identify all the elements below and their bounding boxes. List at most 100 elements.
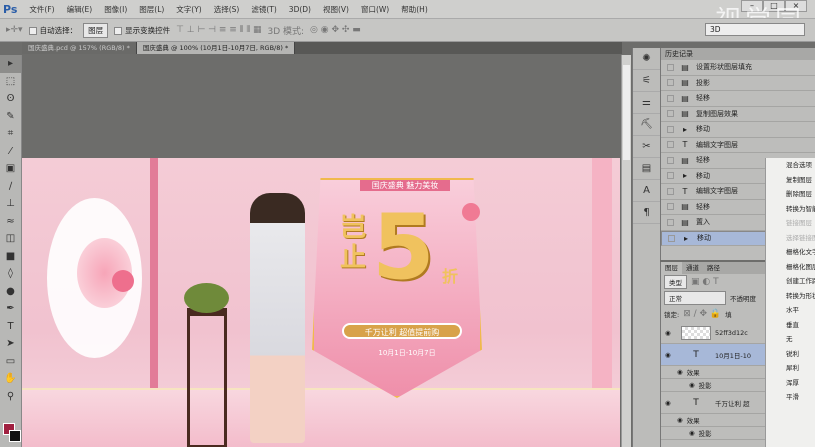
layer-row[interactable]: ◉ 效果 (661, 414, 765, 427)
snapshot-checkbox[interactable] (667, 172, 674, 180)
snapshot-checkbox[interactable] (667, 141, 674, 149)
tab-channels[interactable]: 通道 (682, 262, 703, 274)
context-menu-item[interactable]: 栅格化文字 (766, 245, 815, 260)
context-menu-item[interactable]: 平滑 (766, 390, 815, 405)
menu-edit[interactable]: 编辑(E) (61, 4, 99, 15)
tab-document-2[interactable]: 国庆盛典 @ 100% (10月1日-10月7日, RGB/8) * (136, 42, 296, 54)
history-panel-title[interactable]: 历史记录 (661, 48, 815, 60)
gradient-tool-icon[interactable]: ■ (0, 248, 21, 266)
context-menu-item[interactable]: 选择链接图层 (766, 231, 815, 246)
hand-tool-icon[interactable]: ✋ (0, 370, 21, 388)
menu-3d[interactable]: 3D(D) (283, 5, 317, 14)
history-item[interactable]: ▤ 设置形状图层填充 (661, 60, 815, 76)
move-tool-icon[interactable]: ▸ (0, 55, 21, 73)
layer-row[interactable]: ◉ T 千万让利 超 (661, 392, 765, 414)
tab-document-1[interactable]: 国庆盛典.pcd @ 157% (RGB/8) * (22, 42, 137, 54)
snapshot-checkbox[interactable] (667, 94, 674, 102)
context-menu-item[interactable]: 浑厚 (766, 376, 815, 391)
snapshot-checkbox[interactable] (667, 110, 674, 118)
eraser-tool-icon[interactable]: ◫ (0, 230, 21, 248)
snapshot-checkbox[interactable] (667, 187, 674, 195)
menu-window[interactable]: 窗口(W) (355, 4, 395, 15)
tab-paths[interactable]: 路径 (703, 262, 724, 274)
history-item[interactable]: ▸ 移动 (661, 122, 815, 138)
crop-tool-icon[interactable]: ⌗ (0, 125, 21, 143)
snapshot-checkbox[interactable] (667, 218, 674, 226)
marquee-tool-icon[interactable]: ⬚ (0, 73, 21, 91)
layer-row[interactable]: ◉ 投影 (661, 427, 765, 440)
eyedropper-tool-icon[interactable]: ⁄ (0, 143, 21, 161)
snapshot-checkbox[interactable] (667, 79, 674, 87)
zoom-tool-icon[interactable]: ⚲ (0, 388, 21, 406)
show-transform-checkbox[interactable]: 显示变换控件 (114, 25, 170, 36)
background-color-swatch[interactable] (9, 430, 21, 442)
stamp-tool-icon[interactable]: ⊥ (0, 195, 21, 213)
clone-panel-icon[interactable]: ⛏ (633, 114, 660, 136)
type-tool-icon[interactable]: T (0, 318, 21, 336)
snapshot-checkbox[interactable] (667, 63, 674, 71)
layer-row[interactable]: ◉ 效果 (661, 366, 765, 379)
menu-type[interactable]: 文字(Y) (170, 4, 207, 15)
menu-file[interactable]: 文件(F) (23, 4, 60, 15)
snapshot-checkbox[interactable] (667, 125, 674, 133)
context-menu-item[interactable]: 转换为智能对象 (766, 202, 815, 217)
menu-layer[interactable]: 图层(L) (133, 4, 170, 15)
healing-tool-icon[interactable]: ▣ (0, 160, 21, 178)
snapshot-checkbox[interactable] (667, 203, 674, 211)
brush-panel-icon[interactable]: ⚌ (633, 92, 660, 114)
shape-tool-icon[interactable]: ▭ (0, 353, 21, 371)
brush-tool-icon[interactable]: ∕ (0, 178, 21, 196)
layer-row[interactable]: ◉ 投影 (661, 379, 765, 392)
snapshot-checkbox[interactable] (667, 156, 674, 164)
layer-row[interactable]: ◉ T 10月1日-10 (661, 344, 765, 366)
blend-mode-dropdown[interactable]: 正常 (664, 291, 726, 305)
timeline-panel-icon[interactable]: ▤ (633, 158, 660, 180)
visibility-eye-icon[interactable]: ◉ (665, 329, 677, 337)
context-menu-item[interactable]: 水平 (766, 303, 815, 318)
context-menu-item[interactable]: 栅格化图层样式 (766, 260, 815, 275)
menu-image[interactable]: 图像(I) (98, 4, 133, 15)
move-tool-icon[interactable]: ▸✛▾ (6, 25, 23, 35)
document-canvas[interactable]: 国庆盛典 魅力美妆 岂止 5 折 千万让利 超值提前购 10月1日-10月7日 (22, 158, 620, 447)
history-brush-tool-icon[interactable]: ≈ (0, 213, 21, 231)
menu-select[interactable]: 选择(S) (208, 4, 246, 15)
dodge-tool-icon[interactable]: ● (0, 283, 21, 301)
blur-tool-icon[interactable]: ◊ (0, 265, 21, 283)
history-item[interactable]: T 编辑文字图层 (661, 138, 815, 153)
pen-tool-icon[interactable]: ✒ (0, 300, 21, 318)
menu-view[interactable]: 视图(V) (317, 4, 355, 15)
context-menu-item[interactable]: 复制图层 (766, 173, 815, 188)
lock-icons[interactable]: ⊠ ∕ ✥ 🔒 (683, 309, 721, 319)
layer-filter-dropdown[interactable]: 类型 (664, 275, 687, 289)
visibility-eye-icon[interactable]: ◉ (677, 416, 683, 424)
visibility-eye-icon[interactable]: ◉ (677, 368, 683, 376)
paragraph-panel-icon[interactable]: ¶ (633, 202, 660, 224)
tools-panel-icon[interactable]: ✂ (633, 136, 660, 158)
auto-select-target-dropdown[interactable]: 图层 (83, 22, 109, 38)
quick-select-tool-icon[interactable]: ✎ (0, 108, 21, 126)
snapshot-checkbox[interactable] (668, 234, 675, 242)
context-menu-item[interactable]: 转换为形状 (766, 289, 815, 304)
color-panel-icon[interactable]: ✺ (633, 48, 660, 70)
canvas-vertical-scrollbar[interactable] (621, 55, 631, 447)
adjust-panel-icon[interactable]: ⚟ (633, 70, 660, 92)
context-menu-item[interactable]: 链接图层 (766, 216, 815, 231)
context-menu-item[interactable]: 混合选项 (766, 158, 815, 173)
workspace-dropdown[interactable]: 3D (705, 23, 805, 36)
layer-row[interactable]: ◉ 52ff3d12c (661, 322, 765, 344)
context-menu-item[interactable]: 无 (766, 332, 815, 347)
context-menu-item[interactable]: 锐利 (766, 347, 815, 362)
path-select-tool-icon[interactable]: ➤ (0, 335, 21, 353)
lasso-tool-icon[interactable]: ʘ (0, 90, 21, 108)
menu-help[interactable]: 帮助(H) (395, 4, 434, 15)
history-item[interactable]: ▤ 复制图层效果 (661, 107, 815, 122)
auto-select-checkbox[interactable]: 自动选择： (28, 25, 77, 36)
context-menu-item[interactable]: 删除图层 (766, 187, 815, 202)
character-panel-icon[interactable]: A (633, 180, 660, 202)
visibility-eye-icon[interactable]: ◉ (689, 429, 695, 437)
visibility-eye-icon[interactable]: ◉ (665, 351, 677, 359)
align-icons[interactable]: ⊤ ⊥ ⊢ ⊣ ≡ ≡ ⫴ ⫴ ▦ (176, 25, 261, 35)
3d-tools-icons[interactable]: ◎ ◉ ✥ ✣ ▬ (310, 25, 361, 35)
context-menu-item[interactable]: 创建工作路径 (766, 274, 815, 289)
context-menu-item[interactable]: 犀利 (766, 361, 815, 376)
